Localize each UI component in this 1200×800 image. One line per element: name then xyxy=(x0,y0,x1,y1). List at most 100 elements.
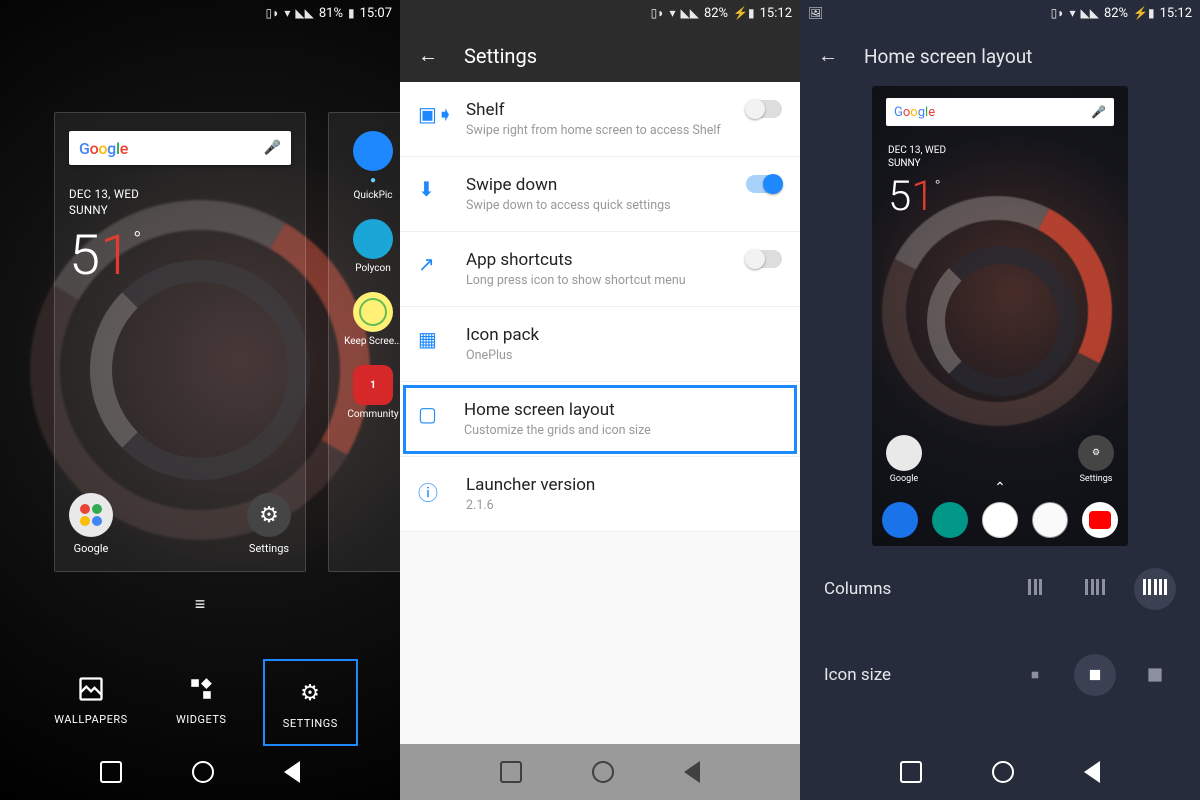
nav-home[interactable] xyxy=(992,761,1014,783)
nav-back[interactable] xyxy=(1084,761,1100,783)
columns-option-4[interactable] xyxy=(1074,568,1116,610)
row-icon-size: Icon size xyxy=(800,632,1200,718)
iconsize-small[interactable] xyxy=(1014,654,1056,696)
nav-recent[interactable] xyxy=(500,761,522,783)
app-google-folder[interactable]: Google xyxy=(69,493,113,555)
nav-recent[interactable] xyxy=(900,761,922,783)
clock-text: 15:07 xyxy=(360,6,392,21)
iconsize-label: Icon size xyxy=(824,665,996,685)
battery-text: 82% xyxy=(1104,6,1128,21)
chrome-icon xyxy=(982,502,1018,538)
keep-icon xyxy=(353,292,393,332)
preview-app-settings: ⚙Settings xyxy=(1078,435,1114,484)
google-logo: Google xyxy=(79,139,128,158)
clock-text: 15:12 xyxy=(1160,6,1192,21)
edit-toolbar: WALLPAPERS WIDGETS ⚙ SETTINGS xyxy=(0,671,400,734)
swipe-down-toggle[interactable] xyxy=(746,175,782,193)
battery-text: 81% xyxy=(319,6,343,21)
app-polycon[interactable]: Polycon xyxy=(337,219,400,274)
status-bar: ▯◗ ▾ ◣◣ 82% ⚡▮ 15:12 xyxy=(400,0,800,26)
info-icon: ⓘ xyxy=(418,477,442,506)
vibrate-icon: ▯◗ xyxy=(266,6,280,20)
iconsize-large[interactable] xyxy=(1134,654,1176,696)
columns-label: Columns xyxy=(824,579,996,599)
weather-widget[interactable]: DEC 13, WED SUNNY 5 1 ° xyxy=(69,187,291,288)
nav-home[interactable] xyxy=(592,761,614,783)
panel-settings: ▯◗ ▾ ◣◣ 82% ⚡▮ 15:12 ← Settings ▣➧ Shelf… xyxy=(400,0,800,800)
mic-icon[interactable]: 🎤 xyxy=(264,140,281,156)
weather-condition: SUNNY xyxy=(69,203,291,219)
wallpapers-button[interactable]: WALLPAPERS xyxy=(54,671,127,734)
setting-home-layout[interactable]: ▢ Home screen layoutCustomize the grids … xyxy=(400,382,800,457)
preview-search-bar: Google 🎤 xyxy=(886,98,1114,126)
back-arrow-icon[interactable]: ← xyxy=(818,43,838,68)
home-screen-preview-2[interactable]: ●QuickPic Polycon Keep Scree... 1Communi… xyxy=(328,112,400,572)
folder-icon xyxy=(69,493,113,537)
gear-icon: ⚙ xyxy=(292,675,328,711)
swipe-down-icon: ⬇ xyxy=(418,177,442,201)
preview-app-google: Google xyxy=(886,435,922,484)
setting-launcher-version[interactable]: ⓘ Launcher version2.1.6 xyxy=(400,457,800,532)
wifi-icon: ▾ xyxy=(1069,6,1075,20)
phone-icon xyxy=(882,502,918,538)
battery-icon: ▮ xyxy=(348,6,355,20)
page-indicator: ≡ xyxy=(0,594,400,615)
status-bar: ▯◗ ▾ ◣◣ 81% ▮ 15:07 xyxy=(0,0,400,26)
setting-icon-pack[interactable]: ▦ Icon packOnePlus xyxy=(400,307,800,382)
quickpic-icon xyxy=(353,131,393,171)
youtube-icon xyxy=(1082,502,1118,538)
gear-icon: ⚙ xyxy=(1078,435,1114,471)
preview-dock xyxy=(882,502,1118,538)
app-shortcuts-toggle[interactable] xyxy=(746,250,782,268)
nav-recent[interactable] xyxy=(100,761,122,783)
chevron-up-icon: ⌃ xyxy=(872,480,1128,496)
nav-home[interactable] xyxy=(192,761,214,783)
app-quickpic[interactable]: ●QuickPic xyxy=(337,131,400,201)
navigation-bar xyxy=(800,744,1200,800)
nav-back[interactable] xyxy=(684,761,700,783)
navigation-bar xyxy=(0,744,400,800)
iconsize-medium[interactable] xyxy=(1074,654,1116,696)
columns-option-3[interactable] xyxy=(1014,568,1056,610)
columns-option-5[interactable] xyxy=(1134,568,1176,610)
battery-text: 82% xyxy=(704,6,728,21)
page-title: Home screen layout xyxy=(864,45,1032,68)
battery-charging-icon: ⚡▮ xyxy=(1133,6,1155,20)
preview-weather: DEC 13, WED SUNNY 51° xyxy=(888,144,946,221)
setting-swipe-down[interactable]: ⬇ Swipe downSwipe down to access quick s… xyxy=(400,157,800,232)
grid-icon: ▦ xyxy=(418,327,442,351)
mic-icon: 🎤 xyxy=(1091,105,1106,119)
weather-date: DEC 13, WED xyxy=(69,187,291,203)
shelf-toggle[interactable] xyxy=(746,100,782,118)
widgets-button[interactable]: WIDGETS xyxy=(176,671,226,734)
vibrate-icon: ▯◗ xyxy=(651,6,665,20)
setting-shelf[interactable]: ▣➧ ShelfSwipe right from home screen to … xyxy=(400,82,800,157)
app-keepscreen[interactable]: Keep Scree... xyxy=(337,292,400,347)
home-screen-preview[interactable]: Google 🎤 DEC 13, WED SUNNY 5 1 ° Google … xyxy=(54,112,306,572)
image-icon: 🖼 xyxy=(808,6,823,20)
wifi-icon: ▾ xyxy=(284,6,290,20)
app-label: Google xyxy=(74,542,109,555)
settings-button[interactable]: ⚙ SETTINGS xyxy=(275,671,346,734)
app-label: Settings xyxy=(249,542,289,555)
setting-app-shortcuts[interactable]: ↗ App shortcutsLong press icon to show s… xyxy=(400,232,800,307)
shelf-icon: ▣➧ xyxy=(418,102,442,126)
app-settings[interactable]: ⚙ Settings xyxy=(247,493,291,555)
gear-icon: ⚙ xyxy=(247,493,291,537)
wifi-icon: ▾ xyxy=(669,6,675,20)
polycon-icon xyxy=(353,219,393,259)
folder-icon xyxy=(886,435,922,471)
back-arrow-icon[interactable]: ← xyxy=(418,43,438,68)
app-community[interactable]: 1Community xyxy=(337,365,400,420)
community-icon: 1 xyxy=(353,365,393,405)
clock-text: 15:12 xyxy=(760,6,792,21)
page-title: Settings xyxy=(464,44,537,68)
status-bar: 🖼 ▯◗ ▾ ◣◣ 82% ⚡▮ 15:12 xyxy=(800,0,1200,26)
nav-back[interactable] xyxy=(284,761,300,783)
widgets-icon xyxy=(183,671,219,707)
wallpaper-icon xyxy=(73,671,109,707)
signal-icon: ◣◣ xyxy=(1080,6,1098,20)
google-search-bar[interactable]: Google 🎤 xyxy=(69,131,291,165)
signal-icon: ◣◣ xyxy=(680,6,698,20)
phone-icon: ▢ xyxy=(418,402,442,426)
